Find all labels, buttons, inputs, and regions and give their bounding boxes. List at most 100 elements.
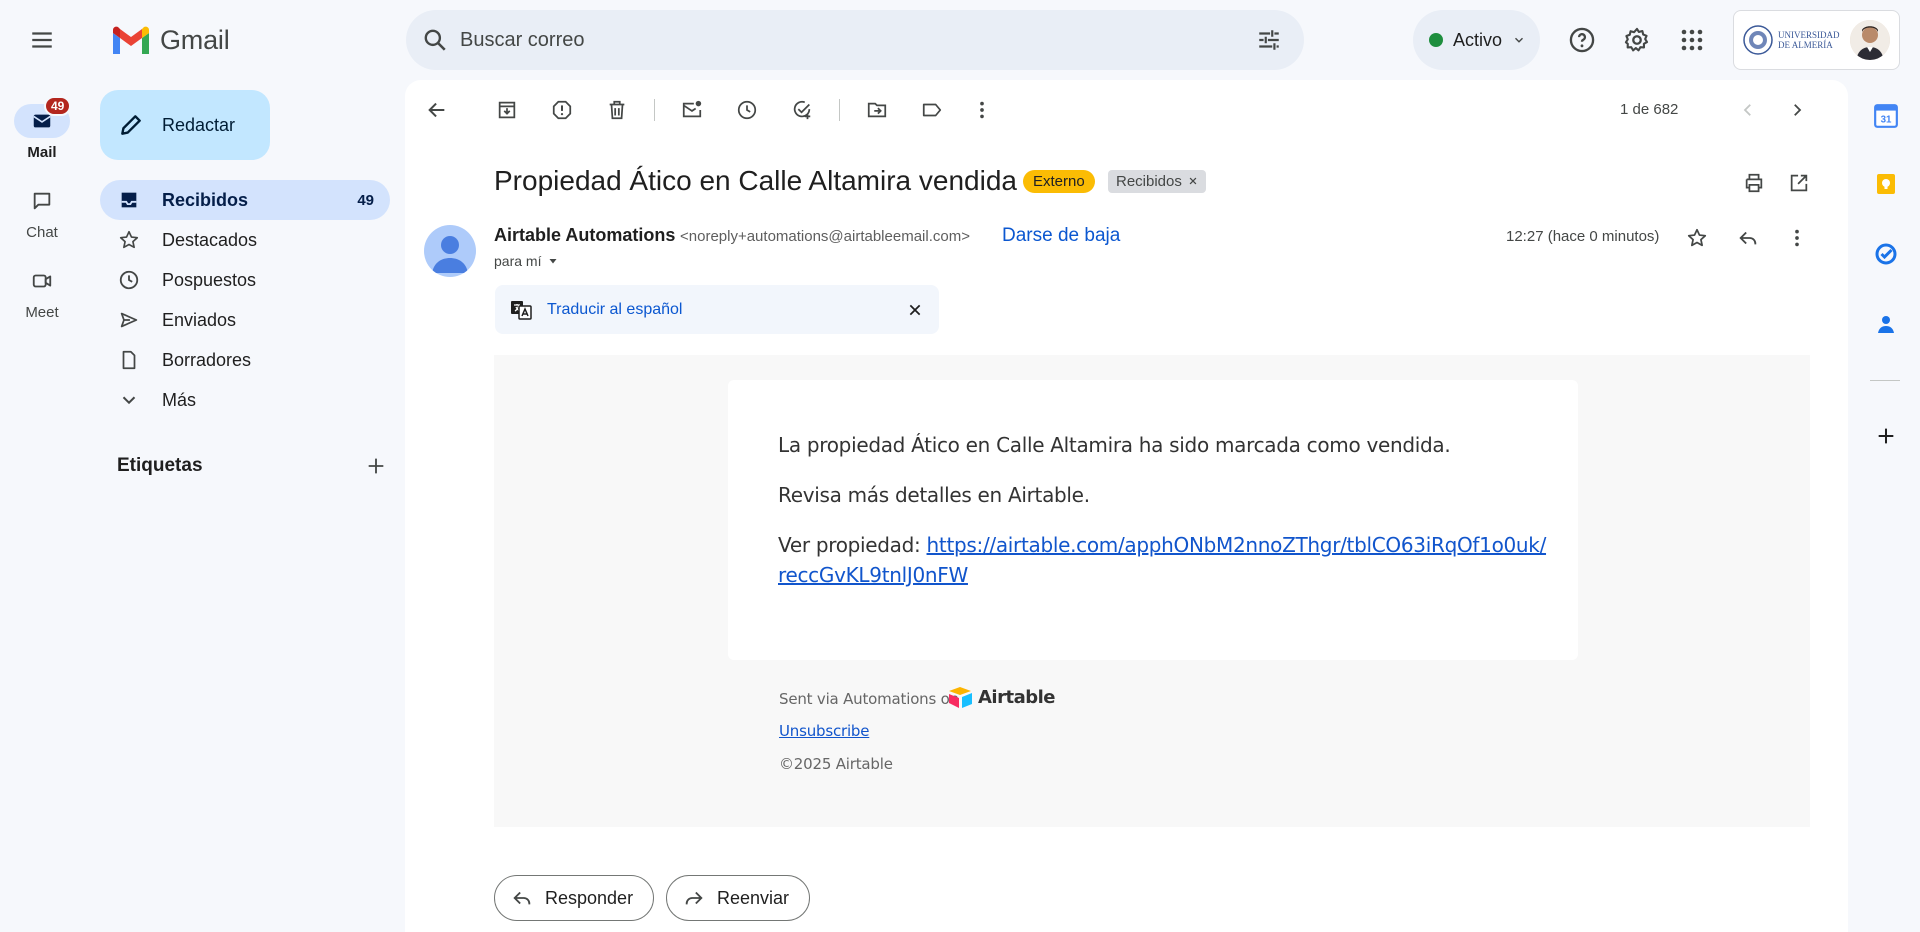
reply-label: Responder (545, 887, 634, 908)
search-options-icon[interactable] (1256, 27, 1282, 53)
gmail-wordmark: Gmail (160, 24, 230, 55)
archive-icon (498, 101, 516, 119)
add-to-tasks-button[interactable] (782, 90, 822, 130)
sent-via-text: Sent via Automations on (779, 690, 959, 708)
sidebar-item-snoozed[interactable]: Pospuestos (100, 260, 390, 300)
newer-button[interactable] (1728, 90, 1768, 130)
chevron-down-icon (122, 396, 136, 405)
help-button[interactable] (1562, 20, 1602, 60)
trash-icon (609, 100, 625, 120)
calendar-app-button[interactable]: 31 (1866, 96, 1906, 136)
rail-item-chat[interactable]: Chat (0, 184, 84, 241)
more-vert-icon (980, 101, 984, 119)
sidebar-item-sent[interactable]: Enviados (100, 300, 390, 340)
airtable-logo[interactable]: Airtable (948, 686, 1056, 708)
add-label-button[interactable] (365, 455, 387, 477)
chevron-left-icon (1743, 104, 1751, 116)
back-button[interactable] (417, 90, 457, 130)
mark-unread-button[interactable] (672, 90, 712, 130)
rail-label-chat: Chat (26, 224, 58, 241)
translate-link[interactable]: Traducir al español (547, 301, 682, 319)
more-actions-button[interactable] (962, 90, 1002, 130)
sender-name[interactable]: Airtable Automations (494, 225, 675, 246)
property-url-link[interactable]: https://airtable.com/apphONbM2nnoZThgr/t… (927, 533, 1547, 557)
search-icon[interactable] (422, 27, 448, 53)
folder-move-icon (867, 102, 887, 118)
translate-icon (511, 300, 532, 320)
rail-item-meet[interactable]: Meet (0, 264, 84, 321)
body-line-view-property: Ver propiedad: https://airtable.com/apph… (778, 533, 1546, 557)
older-button[interactable] (1777, 90, 1817, 130)
contacts-person-icon (1878, 316, 1894, 333)
airtable-wordmark: Airtable (978, 686, 1056, 708)
report-icon (552, 100, 572, 120)
keep-app-button[interactable] (1866, 164, 1906, 204)
plus-icon (368, 458, 384, 474)
remove-label-button[interactable] (1188, 173, 1198, 190)
archive-button[interactable] (487, 90, 527, 130)
sidebar-item-starred[interactable]: Destacados (100, 220, 390, 260)
star-icon (1687, 228, 1707, 247)
pager-count: 1 de 682 (1620, 101, 1679, 118)
sidebar-item-label: Más (162, 389, 197, 410)
reply-action-button[interactable]: Responder (494, 875, 655, 921)
add-task-icon (793, 100, 811, 120)
status-label: Activo (1453, 29, 1503, 50)
snooze-button[interactable] (727, 90, 767, 130)
arrow-left-icon (428, 102, 445, 118)
sidebar-item-label: Destacados (162, 229, 258, 250)
close-translate-button[interactable] (907, 302, 923, 318)
unsubscribe-link[interactable]: Darse de baja (1002, 225, 1120, 247)
sidebar-nav: Recibidos 49 Destacados Pospuestos Envia… (100, 180, 390, 420)
sender-avatar[interactable] (424, 225, 476, 277)
delete-button[interactable] (597, 90, 637, 130)
airtable-icon (949, 687, 972, 708)
sidebar-item-inbox[interactable]: Recibidos 49 (100, 180, 390, 220)
apps-button[interactable] (1672, 20, 1712, 60)
sidebar-item-more[interactable]: Más (100, 380, 390, 420)
university-seal-icon (1743, 25, 1773, 55)
get-addons-button[interactable] (1866, 416, 1906, 456)
footer-unsubscribe-link[interactable]: Unsubscribe (779, 722, 869, 740)
right-rail-divider (1870, 380, 1900, 381)
external-tag: Externo (1023, 170, 1095, 193)
print-button[interactable] (1734, 163, 1774, 203)
tasks-check-icon (1875, 243, 1897, 265)
chevron-down-icon (1515, 37, 1524, 43)
rail-item-mail[interactable]: 49 Mail (0, 96, 84, 161)
move-to-button[interactable] (857, 90, 897, 130)
settings-button[interactable] (1617, 20, 1657, 60)
open-new-window-button[interactable] (1779, 163, 1819, 203)
contacts-app-button[interactable] (1866, 304, 1906, 344)
footer-unsubscribe: Unsubscribe (779, 722, 869, 740)
sidebar-item-drafts[interactable]: Borradores (100, 340, 390, 380)
gmail-logo[interactable]: Gmail (110, 22, 230, 58)
gmail-m-icon (113, 26, 149, 54)
send-icon (120, 312, 138, 328)
open-in-new-icon (1790, 174, 1808, 192)
compose-button[interactable]: Redactar (100, 90, 270, 160)
search-input[interactable] (460, 28, 1220, 52)
star-button[interactable] (1677, 218, 1717, 258)
recipients-label: para mí (494, 253, 542, 269)
calendar-icon: 31 (1874, 104, 1898, 128)
forward-action-button[interactable]: Reenviar (666, 875, 811, 921)
labels-section-header: Etiquetas (117, 455, 387, 477)
recipients-toggle[interactable]: para mí (494, 253, 559, 269)
search-bar[interactable] (406, 10, 1304, 70)
reply-button[interactable] (1728, 218, 1768, 258)
main-menu-button[interactable] (22, 20, 62, 60)
draft-file-icon (122, 350, 136, 370)
status-selector[interactable]: Activo (1413, 10, 1540, 70)
account-button[interactable]: UNIVERSIDAD DE ALMERÍA (1733, 10, 1900, 70)
tasks-app-button[interactable] (1866, 234, 1906, 274)
plus-icon (1878, 428, 1894, 444)
labels-button[interactable] (912, 90, 952, 130)
hamburger-icon (32, 32, 52, 48)
property-url-link-continuation[interactable]: reccGvKL9tnlJ0nFW (778, 563, 968, 587)
rail-label-mail: Mail (27, 144, 57, 161)
message-more-button[interactable] (1777, 218, 1817, 258)
help-icon (1569, 27, 1595, 53)
report-spam-button[interactable] (542, 90, 582, 130)
printer-icon (1745, 173, 1763, 193)
